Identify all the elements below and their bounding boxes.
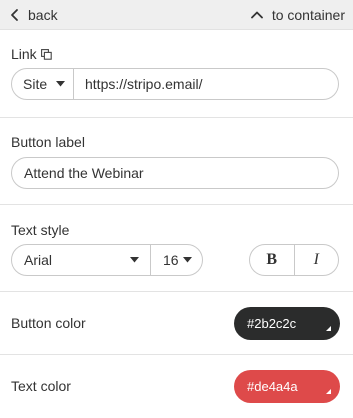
italic-button[interactable]: I <box>295 245 339 275</box>
button-label-title: Button label <box>11 134 85 150</box>
copy-icon[interactable] <box>40 48 52 60</box>
font-select-group: Arial 16 <box>11 244 203 276</box>
corner-arrow-icon <box>326 389 331 394</box>
link-type-value: Site <box>23 76 48 92</box>
font-size-select[interactable]: 16 <box>151 245 202 275</box>
back-button[interactable]: back <box>8 0 58 29</box>
link-label-row: Link <box>11 46 52 62</box>
font-family-select[interactable]: Arial <box>12 245 151 275</box>
link-type-select[interactable]: Site <box>12 69 74 99</box>
button-label-input[interactable] <box>11 157 339 189</box>
button-color-value: #2b2c2c <box>247 316 297 331</box>
button-color-section: Button color #2b2c2c <box>0 292 353 355</box>
to-container-label: to container <box>271 6 345 23</box>
text-style-section: Text style Arial 16 B I <box>0 205 353 292</box>
text-color-section: Text color #de4a4a <box>0 355 353 418</box>
caret-down-icon <box>130 257 139 263</box>
link-url-input[interactable] <box>74 69 338 99</box>
text-color-label: Text color <box>11 378 71 394</box>
link-input-group: Site <box>11 68 339 100</box>
button-color-label: Button color <box>11 315 86 331</box>
font-family-value: Arial <box>24 252 53 268</box>
navigation-bar: back to container <box>0 0 353 30</box>
link-label: Link <box>11 46 37 62</box>
chevron-left-icon <box>11 8 18 21</box>
font-size-value: 16 <box>163 252 179 268</box>
link-section: Link Site <box>0 29 353 118</box>
text-color-picker[interactable]: #de4a4a <box>234 370 340 403</box>
text-style-label: Text style <box>11 222 70 238</box>
button-label-section: Button label <box>0 118 353 205</box>
caret-down-icon <box>183 257 192 263</box>
corner-arrow-icon <box>326 326 331 331</box>
bold-button[interactable]: B <box>250 245 295 275</box>
text-color-value: #de4a4a <box>247 379 298 394</box>
back-label: back <box>28 6 58 23</box>
to-container-button[interactable]: to container <box>250 0 345 29</box>
caret-down-icon <box>56 81 66 87</box>
text-format-group: B I <box>249 244 339 276</box>
button-color-picker[interactable]: #2b2c2c <box>234 307 340 340</box>
chevron-up-icon <box>250 11 263 18</box>
